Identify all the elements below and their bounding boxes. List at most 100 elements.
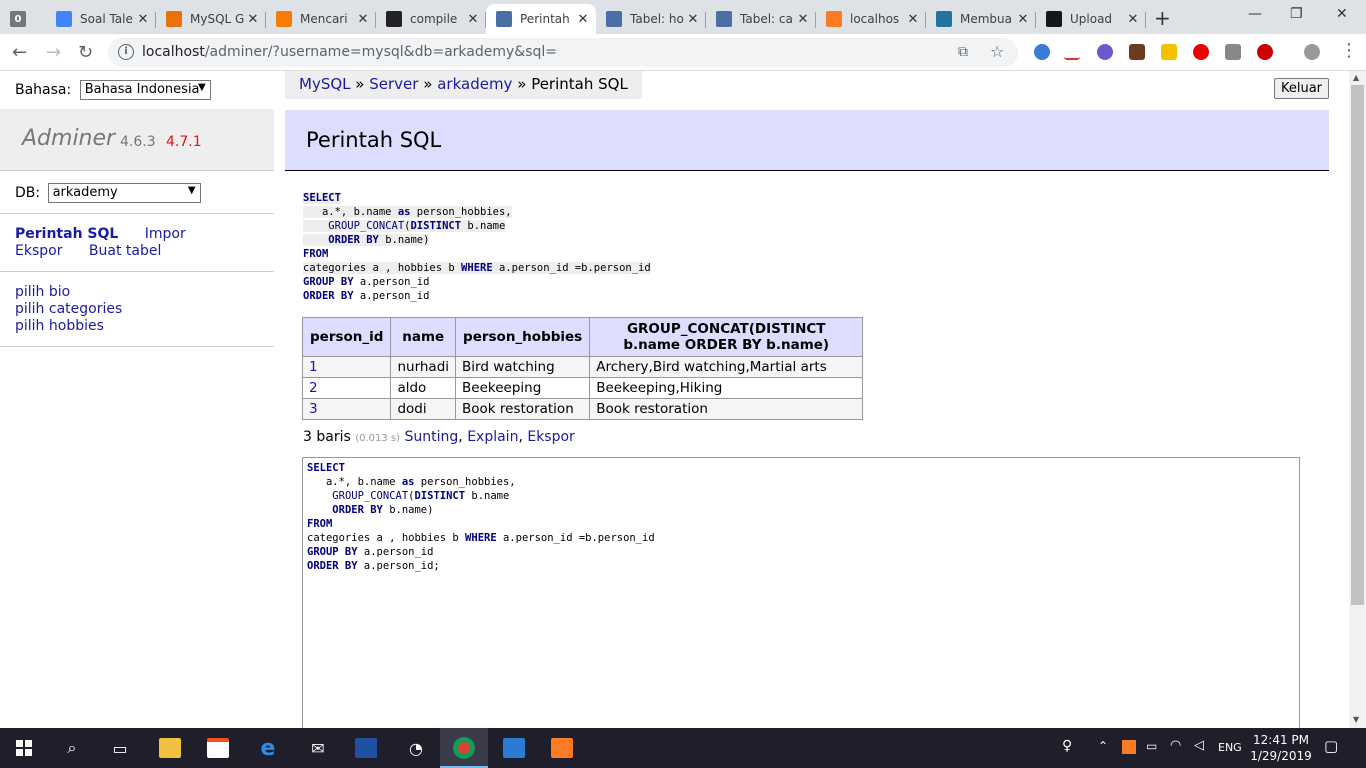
docs-icon xyxy=(56,11,72,27)
browser-tab[interactable]: Perintah ✕ xyxy=(486,4,596,34)
search-icon[interactable]: ⌕ xyxy=(48,728,96,768)
minimize-icon[interactable]: — xyxy=(1248,6,1262,22)
sidebar-link-export[interactable]: Ekspor xyxy=(15,243,62,259)
breadcrumb-database[interactable]: arkademy xyxy=(437,75,512,93)
tab-title: MySQL G xyxy=(190,12,245,26)
volume-icon[interactable]: ◁ xyxy=(1194,738,1204,753)
scroll-down-icon[interactable]: ▼ xyxy=(1353,715,1359,724)
adminer-name-link[interactable]: Adminer xyxy=(22,126,115,151)
column-header-person-hobbies[interactable]: person_hobbies xyxy=(455,317,591,357)
menu-dots-icon[interactable]: ⋮ xyxy=(1340,40,1358,61)
browser-tab[interactable]: MySQL G ✕ xyxy=(156,4,266,34)
mail-icon[interactable]: ✉ xyxy=(294,728,342,768)
extension-games-icon[interactable] xyxy=(1129,44,1145,60)
scrollbar-thumb[interactable] xyxy=(1351,85,1364,605)
cell-person-id[interactable]: 3 xyxy=(301,398,392,420)
extension-adblock-icon[interactable] xyxy=(1257,44,1273,60)
browser-tab[interactable]: localhos ✕ xyxy=(816,4,926,34)
people-icon[interactable]: ♀ xyxy=(1062,738,1072,754)
extension-puzzle-icon[interactable] xyxy=(1304,44,1320,60)
edit-link[interactable]: Sunting xyxy=(405,429,459,445)
browser-tab[interactable]: Soal Tale ✕ xyxy=(46,4,156,34)
sidebar-link-import[interactable]: Impor xyxy=(145,226,186,242)
cell-name: nurhadi xyxy=(390,356,457,378)
explain-link[interactable]: Explain xyxy=(467,429,518,445)
close-tab-icon[interactable]: ✕ xyxy=(466,12,480,27)
close-tab-icon[interactable]: ✕ xyxy=(576,12,590,27)
task-view-icon[interactable]: ▭ xyxy=(96,728,144,768)
column-header-person-id[interactable]: person_id xyxy=(301,317,392,357)
close-tab-icon[interactable]: ✕ xyxy=(906,12,920,27)
close-tab-icon[interactable]: ✕ xyxy=(246,12,260,27)
close-tab-icon[interactable]: ✕ xyxy=(136,12,150,27)
xampp-tray-icon[interactable] xyxy=(1122,740,1136,754)
edge-icon[interactable]: e xyxy=(244,728,292,768)
translate-icon[interactable]: ⧉ xyxy=(958,44,968,60)
extension-r-icon[interactable] xyxy=(1097,44,1113,60)
adminer-icon xyxy=(496,11,512,27)
close-window-icon[interactable]: ✕ xyxy=(1336,6,1348,22)
tab-title: localhos xyxy=(850,12,900,26)
start-button[interactable] xyxy=(0,728,48,768)
browser-tab[interactable]: Upload ✕ xyxy=(1036,4,1146,34)
table-link-bio[interactable]: pilih bio xyxy=(15,284,122,301)
file-explorer-icon[interactable] xyxy=(146,728,194,768)
sidebar-link-create-table[interactable]: Buat tabel xyxy=(89,243,161,259)
table-link-hobbies[interactable]: pilih hobbies xyxy=(15,318,122,335)
breadcrumb-mysql[interactable]: MySQL xyxy=(299,75,351,93)
clock[interactable]: 12:41 PM 1/29/2019 xyxy=(1250,732,1312,764)
column-header-group-concat[interactable]: GROUP_CONCAT(DISTINCT b.name ORDER BY b.… xyxy=(589,317,864,357)
vscode-icon[interactable] xyxy=(490,728,538,768)
close-tab-icon[interactable]: ✕ xyxy=(356,12,370,27)
battery-icon[interactable]: ▭ xyxy=(1146,739,1157,753)
store-icon[interactable] xyxy=(194,728,242,768)
close-tab-icon[interactable]: ✕ xyxy=(796,12,810,27)
export-link[interactable]: Ekspor xyxy=(527,429,574,445)
language-select[interactable]: Bahasa Indonesia ▼ xyxy=(79,80,211,100)
scroll-up-icon[interactable]: ▲ xyxy=(1353,73,1359,82)
browser-tab[interactable]: compile ✕ xyxy=(376,4,486,34)
site-info-icon[interactable]: i xyxy=(118,44,134,60)
tab-profile[interactable]: 0 xyxy=(0,4,46,34)
forward-icon[interactable]: → xyxy=(46,42,61,63)
new-tab-button[interactable]: + xyxy=(1154,6,1171,30)
maximize-icon[interactable]: ❐ xyxy=(1290,6,1303,22)
cell-person-id[interactable]: 2 xyxy=(301,377,392,399)
sql-editor-textarea[interactable]: SELECT a.*, b.name as person_hobbies, GR… xyxy=(302,457,1300,728)
column-header-name[interactable]: name xyxy=(390,317,457,357)
extension-yellow-icon[interactable] xyxy=(1161,44,1177,60)
extension-opera-icon[interactable] xyxy=(1034,44,1050,60)
app-blue-icon[interactable] xyxy=(342,728,390,768)
breadcrumb-server[interactable]: Server xyxy=(369,75,418,93)
bookmark-star-icon[interactable]: ☆ xyxy=(990,42,1004,61)
chevron-up-icon[interactable]: ⌃ xyxy=(1098,739,1108,753)
close-tab-icon[interactable]: ✕ xyxy=(1126,12,1140,27)
browser-tab[interactable]: Membua ✕ xyxy=(926,4,1036,34)
close-tab-icon[interactable]: ✕ xyxy=(1016,12,1030,27)
chrome-icon[interactable] xyxy=(440,728,488,768)
notifications-icon[interactable]: ▢ xyxy=(1324,737,1338,755)
extension-user-icon[interactable] xyxy=(1225,44,1241,60)
address-bar[interactable]: i localhost/adminer/?username=mysql&db=a… xyxy=(108,38,1018,67)
logout-button[interactable]: Keluar xyxy=(1274,78,1329,99)
page-scrollbar[interactable]: ▲ ▼ xyxy=(1349,71,1366,728)
extension-chart-icon[interactable] xyxy=(1064,44,1080,60)
language-indicator[interactable]: ENG xyxy=(1218,741,1242,754)
wifi-icon[interactable]: ◠ xyxy=(1170,738,1181,753)
back-icon[interactable]: ← xyxy=(12,42,27,63)
new-version-link[interactable]: 4.7.1 xyxy=(166,134,202,150)
cell-person-id[interactable]: 1 xyxy=(301,356,392,378)
language-selector: Bahasa: Bahasa Indonesia ▼ xyxy=(15,80,211,100)
browser-tab[interactable]: Tabel: ca ✕ xyxy=(706,4,816,34)
sidebar-link-sql[interactable]: Perintah SQL xyxy=(15,226,118,242)
browser-tab[interactable]: Tabel: ho ✕ xyxy=(596,4,706,34)
reload-icon[interactable]: ↻ xyxy=(78,42,93,63)
browser-tab[interactable]: Mencari ✕ xyxy=(266,4,376,34)
speedometer-icon[interactable]: ◔ xyxy=(392,728,440,768)
db-select[interactable]: arkademy ▼ xyxy=(47,183,201,203)
page-title: Perintah SQL xyxy=(306,128,442,152)
xampp-icon[interactable] xyxy=(538,728,586,768)
close-tab-icon[interactable]: ✕ xyxy=(686,12,700,27)
table-link-categories[interactable]: pilih categories xyxy=(15,301,122,318)
extension-opera-red-icon[interactable] xyxy=(1193,44,1209,60)
